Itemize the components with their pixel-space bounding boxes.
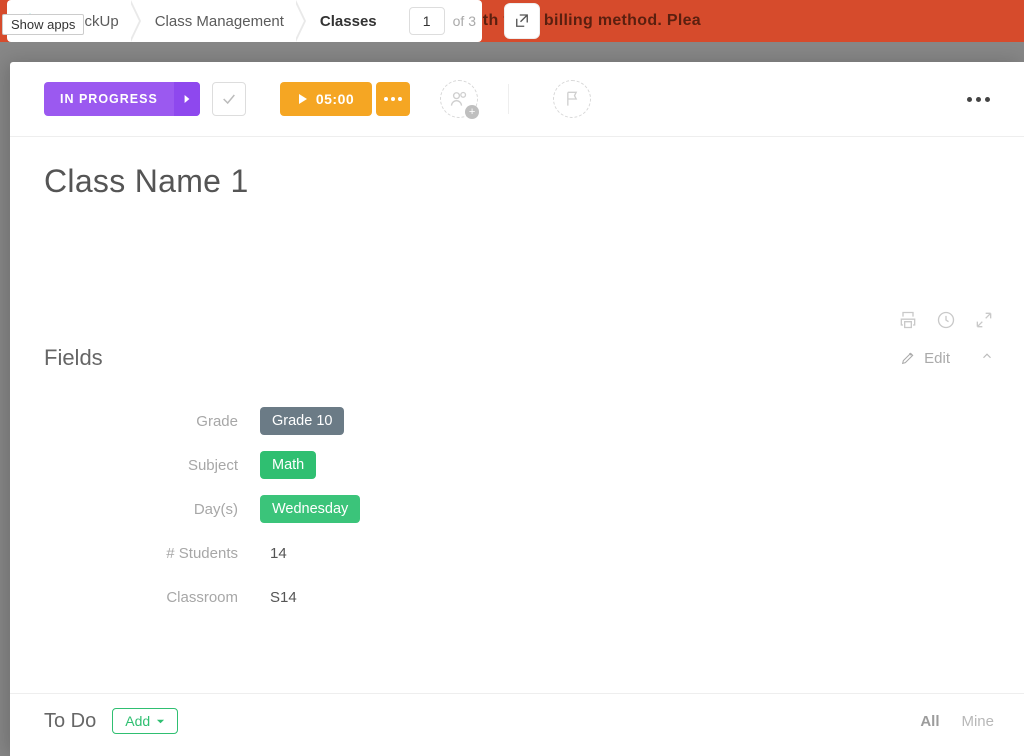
todo-heading: To Do bbox=[44, 710, 96, 733]
field-value[interactable]: Grade 10 bbox=[260, 407, 344, 435]
plus-icon: + bbox=[465, 105, 479, 119]
fields-heading: Fields bbox=[44, 345, 103, 371]
field-row: ClassroomS14 bbox=[44, 575, 990, 619]
field-value-content: Math bbox=[260, 451, 316, 479]
task-panel: IN PROGRESS 05:00 + Class Name 1 bbox=[10, 62, 1024, 756]
status-advance-icon[interactable] bbox=[174, 82, 200, 116]
add-label: Add bbox=[125, 713, 150, 729]
filter-mine[interactable]: Mine bbox=[961, 713, 994, 730]
divider bbox=[508, 84, 509, 114]
timer-group: 05:00 bbox=[280, 82, 410, 116]
page-number-input[interactable] bbox=[409, 7, 445, 35]
fields-header: Fields Edit bbox=[10, 341, 1024, 381]
status-button[interactable]: IN PROGRESS bbox=[44, 82, 200, 116]
edit-fields-button[interactable]: Edit bbox=[900, 350, 950, 367]
open-new-window-button[interactable] bbox=[504, 3, 540, 39]
expand-icon[interactable] bbox=[974, 310, 994, 335]
mark-complete-button[interactable] bbox=[212, 82, 246, 116]
set-priority-button[interactable] bbox=[553, 80, 591, 118]
field-label: Subject bbox=[44, 457, 260, 474]
task-title[interactable]: Class Name 1 bbox=[44, 163, 990, 200]
fields-table: GradeGrade 10SubjectMathDay(s)Wednesday#… bbox=[10, 381, 1024, 629]
crumb-space[interactable]: Class Management bbox=[137, 0, 302, 42]
field-label: Grade bbox=[44, 413, 260, 430]
task-toolbar: IN PROGRESS 05:00 + bbox=[10, 62, 1024, 136]
field-value[interactable]: Wednesday bbox=[260, 495, 360, 523]
field-value[interactable]: Math bbox=[260, 451, 316, 479]
timer-more-button[interactable] bbox=[376, 82, 410, 116]
field-label: Classroom bbox=[44, 589, 260, 606]
field-row: Day(s)Wednesday bbox=[44, 487, 990, 531]
field-value-content: 14 bbox=[260, 545, 287, 562]
add-assignee-button[interactable]: + bbox=[440, 80, 478, 118]
timer-value: 05:00 bbox=[316, 91, 354, 107]
field-value[interactable]: S14 bbox=[260, 589, 297, 606]
history-icon[interactable] bbox=[936, 310, 956, 335]
edit-label: Edit bbox=[924, 350, 950, 367]
field-row: SubjectMath bbox=[44, 443, 990, 487]
filter-all[interactable]: All bbox=[920, 713, 939, 730]
more-icon bbox=[384, 97, 402, 101]
field-value-content: Wednesday bbox=[260, 495, 360, 523]
field-value-content: S14 bbox=[260, 589, 297, 606]
status-label: IN PROGRESS bbox=[44, 92, 174, 106]
print-icon[interactable] bbox=[898, 310, 918, 335]
field-label: Day(s) bbox=[44, 501, 260, 518]
start-timer-button[interactable]: 05:00 bbox=[280, 82, 372, 116]
field-row: GradeGrade 10 bbox=[44, 399, 990, 443]
collapse-fields-button[interactable] bbox=[980, 349, 994, 368]
field-label: # Students bbox=[44, 545, 260, 562]
add-todo-button[interactable]: Add bbox=[112, 708, 178, 734]
task-utilities bbox=[10, 210, 1024, 341]
breadcrumb-bar: ClickUp Class Management Classes of 3 bbox=[7, 0, 540, 42]
page-nav: of 3 bbox=[409, 7, 476, 35]
field-value[interactable]: 14 bbox=[260, 545, 287, 562]
field-row: # Students14 bbox=[44, 531, 990, 575]
field-value-content: Grade 10 bbox=[260, 407, 344, 435]
crumb-list[interactable]: Classes bbox=[302, 0, 395, 42]
show-apps-tooltip: Show apps bbox=[2, 14, 84, 35]
task-menu-button[interactable] bbox=[967, 97, 990, 102]
todo-section: To Do Add All Mine bbox=[10, 693, 1024, 756]
page-count: of 3 bbox=[453, 13, 476, 29]
